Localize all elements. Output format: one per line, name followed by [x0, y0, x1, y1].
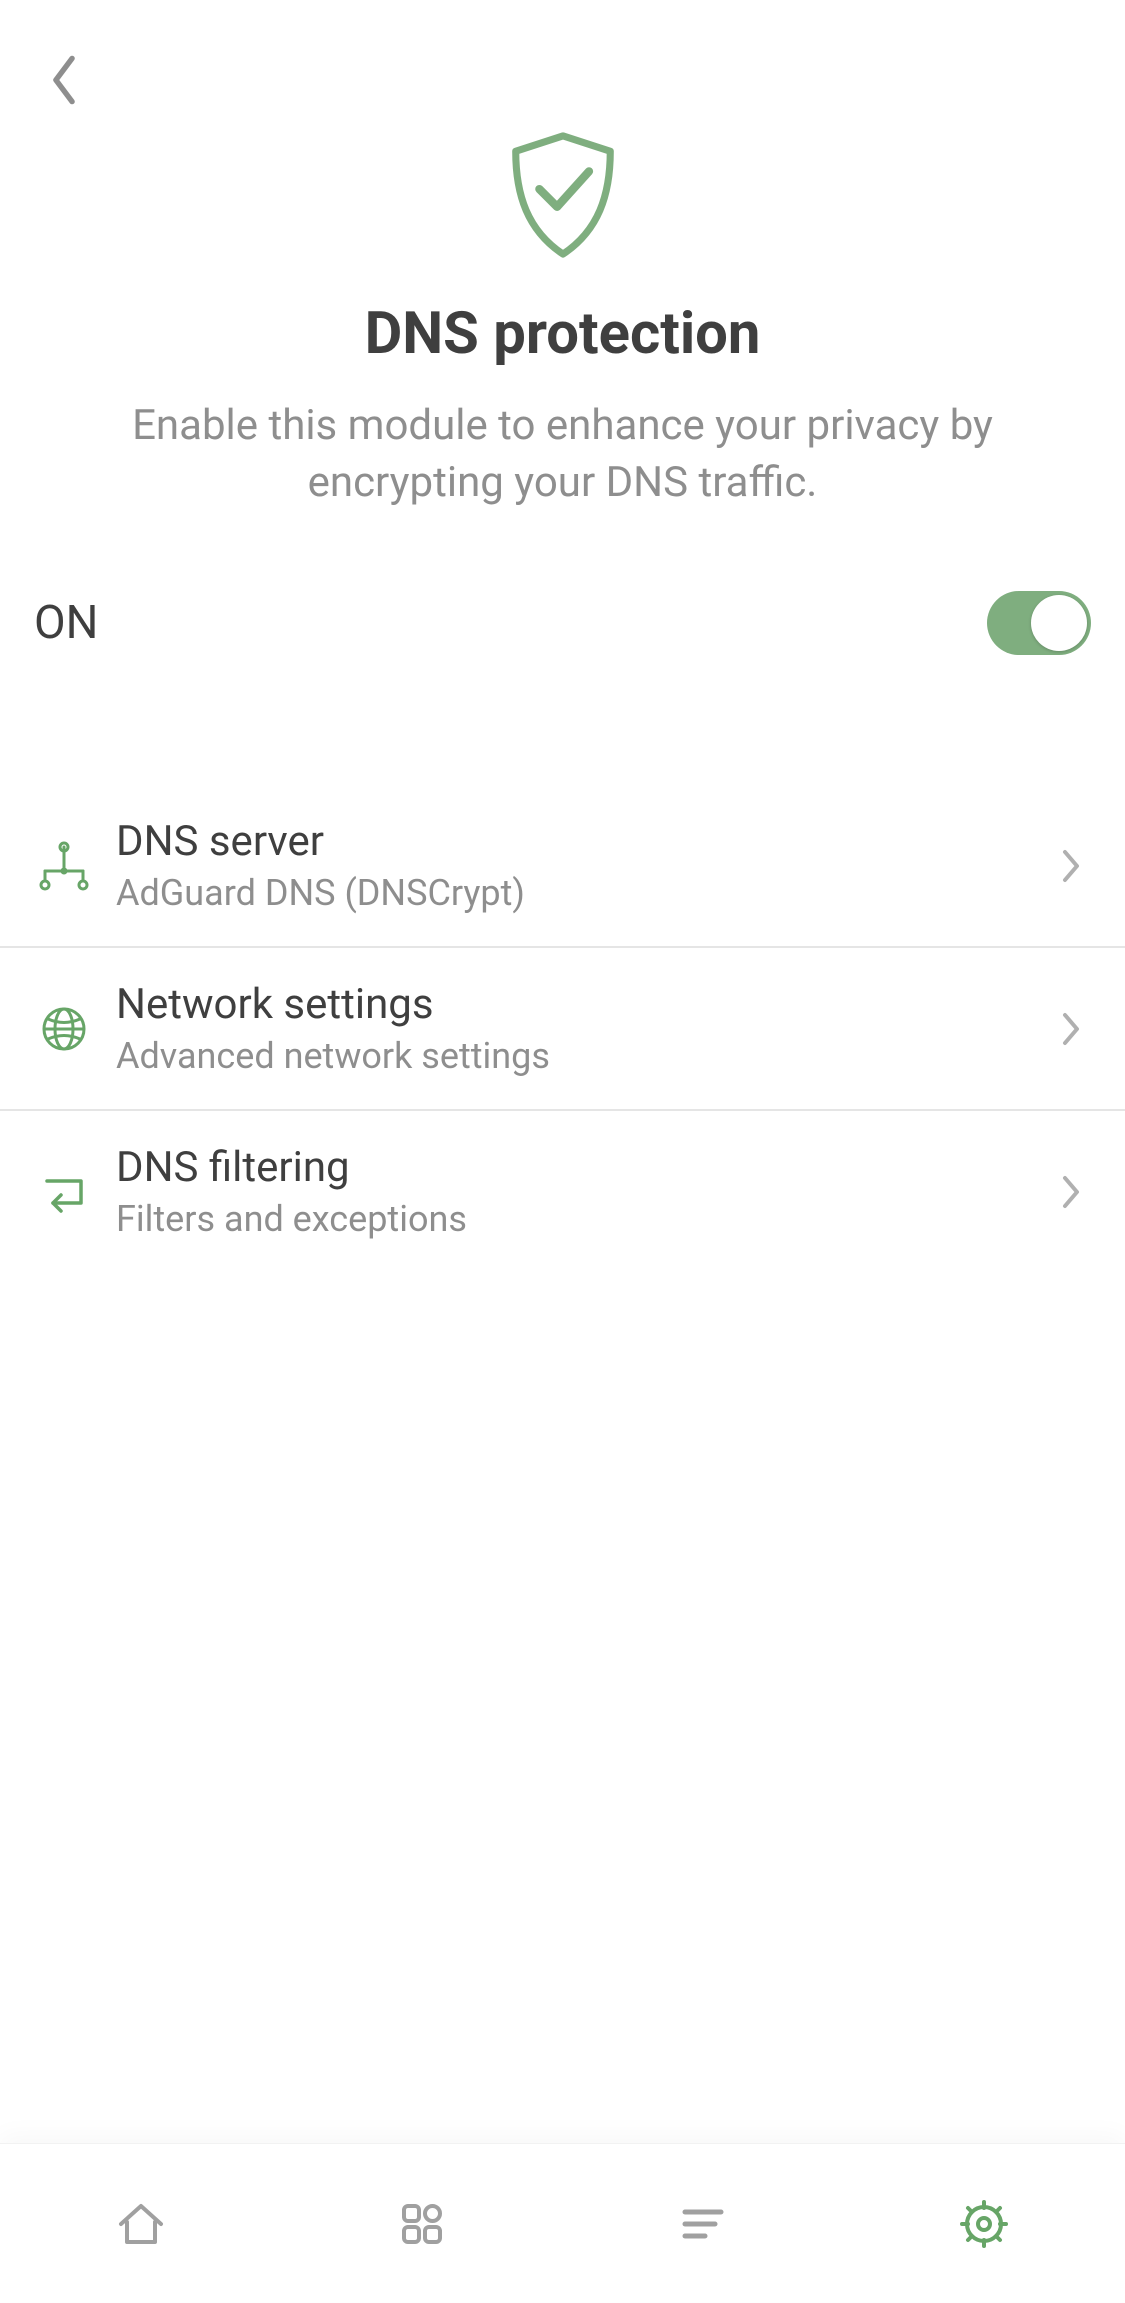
master-toggle[interactable]	[987, 591, 1091, 655]
toggle-state-label: ON	[34, 596, 98, 650]
apps-grid-icon	[394, 2196, 450, 2252]
tab-apps[interactable]	[377, 2179, 467, 2269]
master-toggle-row: ON	[0, 511, 1125, 655]
chevron-right-icon	[1051, 846, 1091, 886]
toggle-knob	[1031, 595, 1087, 651]
globe-icon	[34, 1004, 94, 1054]
bottom-tabbar	[0, 2143, 1125, 2303]
tab-logs[interactable]	[658, 2179, 748, 2269]
page-subtitle: Enable this module to enhance your priva…	[60, 398, 1065, 511]
settings-list: DNS server AdGuard DNS (DNSCrypt) Networ…	[0, 785, 1125, 1272]
filter-arrow-icon	[34, 1167, 94, 1217]
item-title: Network settings	[116, 980, 1051, 1029]
hero: DNS protection Enable this module to enh…	[0, 100, 1125, 511]
page-title: DNS protection	[60, 300, 1065, 368]
list-item-text: DNS filtering Filters and exceptions	[116, 1143, 1051, 1240]
network-settings-item[interactable]: Network settings Advanced network settin…	[0, 948, 1125, 1111]
item-subtitle: AdGuard DNS (DNSCrypt)	[116, 872, 1051, 914]
tab-settings[interactable]	[939, 2179, 1029, 2269]
item-subtitle: Advanced network settings	[116, 1035, 1051, 1077]
header	[0, 0, 1125, 100]
chevron-right-icon	[1051, 1172, 1091, 1212]
list-item-text: Network settings Advanced network settin…	[116, 980, 1051, 1077]
chevron-right-icon	[1051, 1009, 1091, 1049]
tab-home[interactable]	[96, 2179, 186, 2269]
gear-icon	[956, 2196, 1012, 2252]
shield-check-icon	[60, 130, 1065, 260]
chevron-left-icon	[47, 53, 81, 107]
list-item-text: DNS server AdGuard DNS (DNSCrypt)	[116, 817, 1051, 914]
dns-server-item[interactable]: DNS server AdGuard DNS (DNSCrypt)	[0, 785, 1125, 948]
dns-server-icon	[34, 841, 94, 891]
dns-filtering-item[interactable]: DNS filtering Filters and exceptions	[0, 1111, 1125, 1272]
item-subtitle: Filters and exceptions	[116, 1198, 1051, 1240]
list-lines-icon	[675, 2196, 731, 2252]
item-title: DNS server	[116, 817, 1051, 866]
item-title: DNS filtering	[116, 1143, 1051, 1192]
home-icon	[113, 2196, 169, 2252]
